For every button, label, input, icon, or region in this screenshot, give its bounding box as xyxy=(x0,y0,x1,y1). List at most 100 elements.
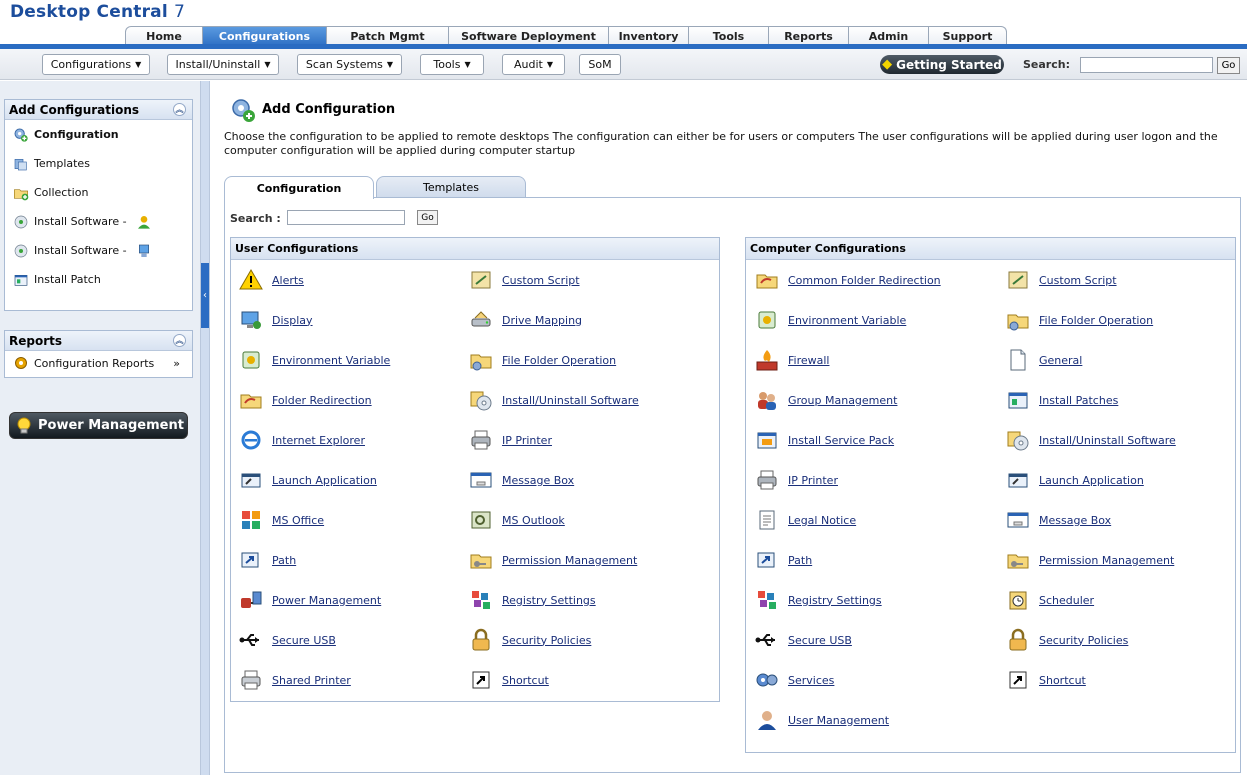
sidebar-item-templates[interactable]: Templates xyxy=(5,149,192,178)
config-item-user-management[interactable]: User Management xyxy=(755,706,889,734)
config-item-path[interactable]: Path xyxy=(755,546,812,574)
config-item-link[interactable]: General xyxy=(1039,354,1082,367)
tab-software-deployment[interactable]: Software Deployment xyxy=(449,26,609,46)
install-uninstall-menu[interactable]: Install/Uninstall ▼ xyxy=(167,54,279,75)
sidebar-item-configuration-reports[interactable]: Configuration Reports » xyxy=(5,351,192,375)
config-item-link[interactable]: Power Management xyxy=(272,594,381,607)
sidebar-splitter[interactable] xyxy=(200,81,210,775)
config-item-display[interactable]: Display xyxy=(239,306,313,334)
sidebar-item-configuration[interactable]: Configuration xyxy=(5,120,192,149)
config-item-link[interactable]: Shared Printer xyxy=(272,674,351,687)
config-item-link[interactable]: Security Policies xyxy=(1039,634,1128,647)
config-item-launch-application[interactable]: Launch Application xyxy=(239,466,377,494)
config-item-registry-settings[interactable]: Registry Settings xyxy=(469,586,596,614)
config-item-custom-script[interactable]: Custom Script xyxy=(469,266,580,294)
config-item-link[interactable]: Secure USB xyxy=(272,634,336,647)
getting-started-button[interactable]: ◆ Getting Started xyxy=(880,55,1004,74)
tab-configuration[interactable]: Configuration xyxy=(224,176,374,199)
config-item-group-management[interactable]: Group Management xyxy=(755,386,897,414)
config-item-message-box[interactable]: Message Box xyxy=(1006,506,1111,534)
config-item-shared-printer[interactable]: Shared Printer xyxy=(239,666,351,694)
config-item-link[interactable]: Secure USB xyxy=(788,634,852,647)
tab-reports[interactable]: Reports xyxy=(769,26,849,46)
config-item-link[interactable]: Message Box xyxy=(502,474,574,487)
tab-configurations[interactable]: Configurations xyxy=(203,26,327,46)
config-item-link[interactable]: Security Policies xyxy=(502,634,591,647)
config-item-registry-settings[interactable]: Registry Settings xyxy=(755,586,882,614)
config-item-permission-management[interactable]: Permission Management xyxy=(1006,546,1174,574)
config-item-drive-mapping[interactable]: Drive Mapping xyxy=(469,306,582,334)
config-item-link[interactable]: Environment Variable xyxy=(272,354,390,367)
config-item-link[interactable]: Environment Variable xyxy=(788,314,906,327)
config-item-alerts[interactable]: Alerts xyxy=(239,266,304,294)
search-go-button[interactable]: Go xyxy=(1217,57,1240,74)
config-item-link[interactable]: Alerts xyxy=(272,274,304,287)
config-item-launch-application[interactable]: Launch Application xyxy=(1006,466,1144,494)
scan-systems-menu[interactable]: Scan Systems ▼ xyxy=(297,54,402,75)
config-item-environment-variable[interactable]: Environment Variable xyxy=(755,306,906,334)
config-item-link[interactable]: MS Office xyxy=(272,514,324,527)
config-item-link[interactable]: MS Outlook xyxy=(502,514,565,527)
config-item-legal-notice[interactable]: Legal Notice xyxy=(755,506,856,534)
config-item-shortcut[interactable]: Shortcut xyxy=(469,666,549,694)
config-item-link[interactable]: Services xyxy=(788,674,834,687)
search-input[interactable] xyxy=(1080,57,1213,73)
tools-menu[interactable]: Tools ▼ xyxy=(420,54,484,75)
config-item-power-management[interactable]: Power Management xyxy=(239,586,381,614)
sidebar-item-collection[interactable]: Collection xyxy=(5,178,192,207)
tab-patch-mgmt[interactable]: Patch Mgmt xyxy=(327,26,449,46)
config-item-link[interactable]: Install/Uninstall Software xyxy=(1039,434,1176,447)
config-item-link[interactable]: Registry Settings xyxy=(502,594,596,607)
config-item-link[interactable]: Common Folder Redirection xyxy=(788,274,941,287)
config-item-environment-variable[interactable]: Environment Variable xyxy=(239,346,390,374)
config-item-secure-usb[interactable]: Secure USB xyxy=(755,626,852,654)
collapse-up-icon[interactable]: ︽ xyxy=(173,334,186,347)
config-item-internet-explorer[interactable]: Internet Explorer xyxy=(239,426,365,454)
config-search-input[interactable] xyxy=(287,210,405,225)
config-item-link[interactable]: File Folder Operation xyxy=(1039,314,1153,327)
config-item-link[interactable]: Custom Script xyxy=(1039,274,1117,287)
config-item-ip-printer[interactable]: IP Printer xyxy=(755,466,838,494)
sidebar-item-install-software-user[interactable]: Install Software - xyxy=(5,207,192,236)
config-item-general[interactable]: General xyxy=(1006,346,1082,374)
tab-support[interactable]: Support xyxy=(929,26,1007,46)
config-item-install-patches[interactable]: Install Patches xyxy=(1006,386,1118,414)
tab-home[interactable]: Home xyxy=(125,26,203,46)
config-item-link[interactable]: Permission Management xyxy=(502,554,637,567)
config-item-security-policies[interactable]: Security Policies xyxy=(1006,626,1128,654)
sidebar-item-install-patch[interactable]: Install Patch xyxy=(5,265,192,294)
config-item-link[interactable]: User Management xyxy=(788,714,889,727)
config-item-file-folder-operation[interactable]: File Folder Operation xyxy=(1006,306,1153,334)
audit-menu[interactable]: Audit ▼ xyxy=(502,54,565,75)
config-item-link[interactable]: Install Patches xyxy=(1039,394,1118,407)
config-item-link[interactable]: Launch Application xyxy=(272,474,377,487)
sidebar-item-install-software-computer[interactable]: Install Software - xyxy=(5,236,192,265)
config-item-link[interactable]: Install/Uninstall Software xyxy=(502,394,639,407)
collapse-up-icon[interactable]: ︽ xyxy=(173,103,186,116)
config-item-ms-office[interactable]: MS Office xyxy=(239,506,324,534)
config-item-link[interactable]: IP Printer xyxy=(788,474,838,487)
config-item-permission-management[interactable]: Permission Management xyxy=(469,546,637,574)
config-item-install-uninstall-software[interactable]: Install/Uninstall Software xyxy=(1006,426,1176,454)
config-item-link[interactable]: Registry Settings xyxy=(788,594,882,607)
config-item-folder-redirection[interactable]: Folder Redirection xyxy=(239,386,372,414)
config-item-file-folder-operation[interactable]: File Folder Operation xyxy=(469,346,616,374)
config-item-link[interactable]: Display xyxy=(272,314,313,327)
config-item-ms-outlook[interactable]: MS Outlook xyxy=(469,506,565,534)
config-item-install-service-pack[interactable]: Install Service Pack xyxy=(755,426,894,454)
config-item-secure-usb[interactable]: Secure USB xyxy=(239,626,336,654)
config-item-link[interactable]: Shortcut xyxy=(1039,674,1086,687)
config-item-link[interactable]: Path xyxy=(788,554,812,567)
tab-tools[interactable]: Tools xyxy=(689,26,769,46)
som-button[interactable]: SoM xyxy=(579,54,621,75)
collapse-left-icon[interactable]: ‹ xyxy=(201,263,209,328)
config-item-install-uninstall-software[interactable]: Install/Uninstall Software xyxy=(469,386,639,414)
config-item-link[interactable]: Permission Management xyxy=(1039,554,1174,567)
config-search-go-button[interactable]: Go xyxy=(417,210,438,225)
config-item-path[interactable]: Path xyxy=(239,546,296,574)
tab-templates[interactable]: Templates xyxy=(376,176,526,198)
config-item-link[interactable]: Message Box xyxy=(1039,514,1111,527)
config-item-link[interactable]: File Folder Operation xyxy=(502,354,616,367)
config-item-custom-script[interactable]: Custom Script xyxy=(1006,266,1117,294)
configurations-menu[interactable]: Configurations ▼ xyxy=(42,54,150,75)
